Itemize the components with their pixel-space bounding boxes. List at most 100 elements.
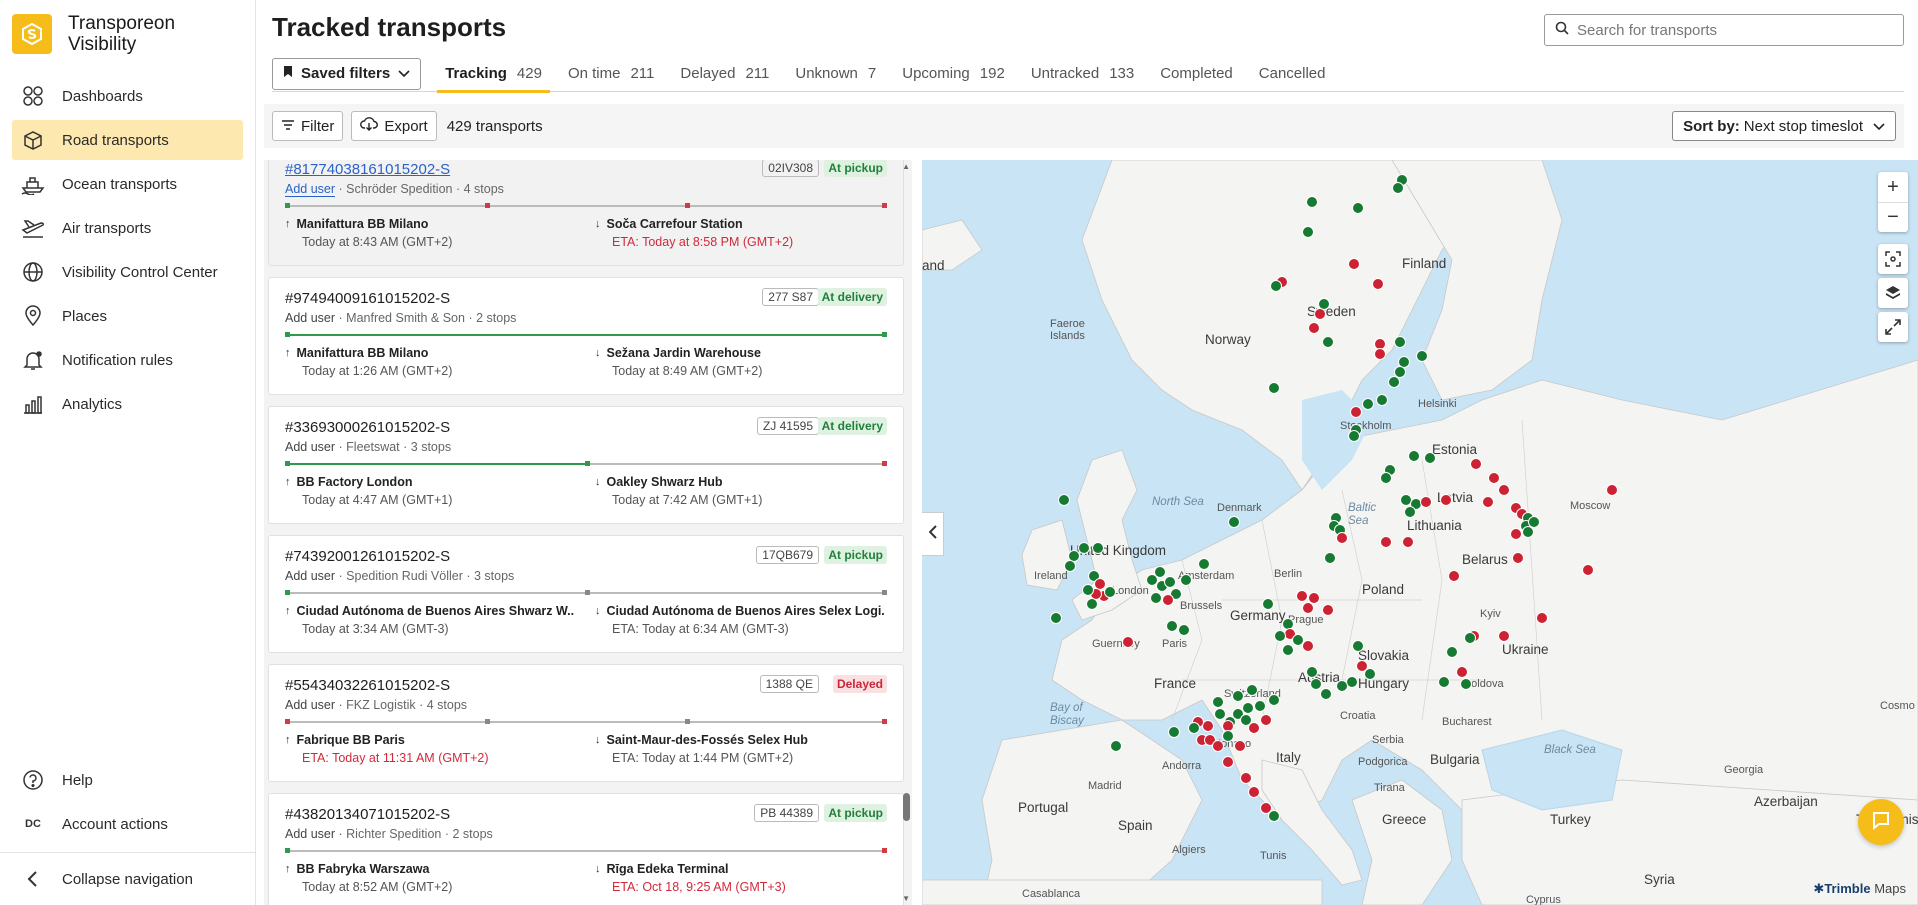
export-button[interactable]: Export (351, 111, 437, 141)
fullscreen-button[interactable] (1878, 312, 1908, 342)
transport-marker[interactable] (1348, 430, 1360, 442)
transport-marker[interactable] (1388, 376, 1400, 388)
transport-marker[interactable] (1122, 636, 1134, 648)
transport-marker[interactable] (1178, 624, 1190, 636)
transport-marker[interactable] (1310, 678, 1322, 690)
transport-card[interactable]: #55434032261015202-S Add user · FKZ Logi… (268, 664, 904, 782)
transport-marker[interactable] (1166, 620, 1178, 632)
transport-marker[interactable] (1164, 576, 1176, 588)
transport-marker[interactable] (1446, 646, 1458, 658)
transport-marker[interactable] (1064, 560, 1076, 572)
transport-marker[interactable] (1440, 494, 1452, 506)
filter-button[interactable]: Filter (272, 111, 344, 141)
transport-marker[interactable] (1234, 740, 1246, 752)
transport-marker[interactable] (1228, 516, 1240, 528)
transport-id-link[interactable]: #74392001261015202-S (285, 548, 450, 565)
tab-delayed[interactable]: Delayed 211 (672, 56, 777, 92)
transport-marker[interactable] (1322, 336, 1334, 348)
transport-marker[interactable] (1498, 484, 1510, 496)
zoom-in-button[interactable]: + (1878, 172, 1908, 202)
tab-cancelled[interactable]: Cancelled (1251, 56, 1334, 92)
add-user-link[interactable]: Add user (285, 827, 335, 841)
transport-marker[interactable] (1320, 688, 1332, 700)
transport-marker[interactable] (1336, 532, 1348, 544)
transport-marker[interactable] (1222, 730, 1234, 742)
transport-card[interactable]: #81774038161015202-S Add user · Schröder… (268, 160, 904, 266)
transport-marker[interactable] (1350, 406, 1362, 418)
collapse-navigation-button[interactable]: Collapse navigation (12, 859, 243, 899)
nav-item-places[interactable]: Places (12, 296, 243, 336)
transport-marker[interactable] (1470, 458, 1482, 470)
transport-marker[interactable] (1306, 196, 1318, 208)
tab-upcoming[interactable]: Upcoming 192 (894, 56, 1013, 92)
transport-id-link[interactable]: #97494009161015202-S (285, 290, 450, 307)
transport-marker[interactable] (1092, 542, 1104, 554)
transport-marker[interactable] (1314, 308, 1326, 320)
nav-item-road-transports[interactable]: Road transports (12, 120, 243, 160)
transport-marker[interactable] (1162, 594, 1174, 606)
transport-card[interactable]: #43820134071015202-S Add user · Richter … (268, 793, 904, 905)
transport-id-link[interactable]: #33693000261015202-S (285, 419, 450, 436)
transport-marker[interactable] (1180, 574, 1192, 586)
transport-marker[interactable] (1324, 552, 1336, 564)
tab-on-time[interactable]: On time 211 (560, 56, 662, 92)
transport-marker[interactable] (1482, 496, 1494, 508)
transport-marker[interactable] (1364, 668, 1376, 680)
transport-marker[interactable] (1402, 536, 1414, 548)
transport-marker[interactable] (1198, 558, 1210, 570)
transport-card[interactable]: #33693000261015202-S Add user · Fleetswa… (268, 406, 904, 524)
transport-marker[interactable] (1222, 756, 1234, 768)
transport-map[interactable]: and Finland Sweden Norway Faeroe Islands… (922, 160, 1918, 905)
transport-card[interactable]: #97494009161015202-S Add user · Manfred … (268, 277, 904, 395)
search-input[interactable] (1577, 21, 1877, 39)
transport-marker[interactable] (1168, 726, 1180, 738)
zoom-out-button[interactable]: − (1878, 202, 1908, 232)
collapse-list-button[interactable] (922, 512, 944, 556)
add-user-link[interactable]: Add user (285, 311, 335, 325)
transport-marker[interactable] (1392, 182, 1404, 194)
transport-marker[interactable] (1488, 472, 1500, 484)
transport-marker[interactable] (1336, 680, 1348, 692)
transport-marker[interactable] (1424, 452, 1436, 464)
transport-id-link[interactable]: #43820134071015202-S (285, 806, 450, 823)
add-user-link[interactable]: Add user (285, 569, 335, 583)
transport-id-link[interactable]: #81774038161015202-S (285, 161, 450, 178)
tab-untracked[interactable]: Untracked 133 (1023, 56, 1142, 92)
transport-marker[interactable] (1606, 484, 1618, 496)
transport-marker[interactable] (1078, 542, 1090, 554)
scrollbar-thumb[interactable] (903, 793, 910, 821)
transport-marker[interactable] (1510, 528, 1522, 540)
transport-marker[interactable] (1232, 690, 1244, 702)
transport-marker[interactable] (1582, 564, 1594, 576)
transport-marker[interactable] (1248, 786, 1260, 798)
transport-marker[interactable] (1512, 552, 1524, 564)
transport-marker[interactable] (1522, 526, 1534, 538)
transport-marker[interactable] (1212, 740, 1224, 752)
transport-marker[interactable] (1246, 684, 1258, 696)
transport-marker[interactable] (1362, 398, 1374, 410)
transport-marker[interactable] (1308, 592, 1320, 604)
tab-unknown[interactable]: Unknown 7 (787, 56, 884, 92)
list-scrollbar[interactable]: ▲ ▼ (900, 160, 912, 905)
nav-item-dashboards[interactable]: Dashboards (12, 76, 243, 116)
add-user-link[interactable]: Add user (285, 698, 335, 712)
transport-marker[interactable] (1374, 348, 1386, 360)
transport-marker[interactable] (1376, 394, 1388, 406)
transport-id-link[interactable]: #55434032261015202-S (285, 677, 450, 694)
transport-marker[interactable] (1464, 632, 1476, 644)
transport-marker[interactable] (1302, 640, 1314, 652)
transport-marker[interactable] (1380, 536, 1392, 548)
transport-marker[interactable] (1260, 714, 1272, 726)
tab-tracking[interactable]: Tracking 429 (437, 56, 550, 93)
nav-item-analytics[interactable]: Analytics (12, 384, 243, 424)
transport-marker[interactable] (1352, 202, 1364, 214)
transport-marker[interactable] (1306, 666, 1318, 678)
add-user-link[interactable]: Add user (285, 440, 335, 454)
transport-marker[interactable] (1248, 722, 1260, 734)
transport-marker[interactable] (1150, 592, 1162, 604)
transport-marker[interactable] (1058, 494, 1070, 506)
nav-item-visibility-control-center[interactable]: Visibility Control Center (12, 252, 243, 292)
transport-marker[interactable] (1322, 604, 1334, 616)
transport-card[interactable]: #74392001261015202-S Add user · Speditio… (268, 535, 904, 653)
nav-item-ocean-transports[interactable]: Ocean transports (12, 164, 243, 204)
